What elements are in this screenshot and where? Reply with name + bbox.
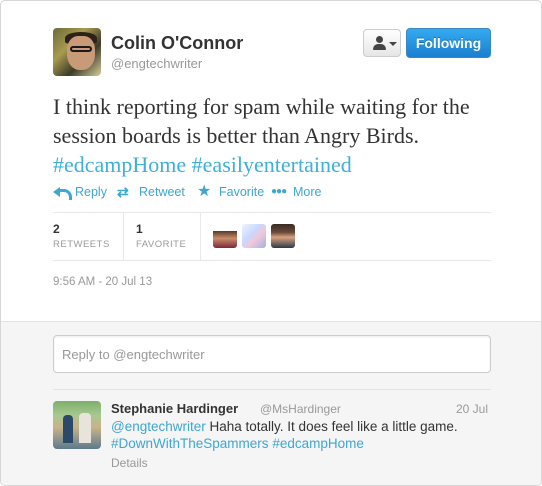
reply-icon — [53, 185, 72, 200]
reply-author-handle[interactable]: @MsHardinger — [260, 402, 341, 416]
favorite-action[interactable]: ★ Favorite — [197, 183, 265, 200]
more-action[interactable]: ●●● More — [271, 185, 321, 199]
reply-label: Reply — [75, 185, 107, 199]
divider — [53, 389, 491, 390]
favorite-label: Favorite — [219, 185, 265, 199]
author-avatar[interactable] — [53, 28, 101, 76]
divider — [53, 260, 491, 261]
hashtag-link[interactable]: #edcampHome — [53, 152, 186, 177]
stat-divider — [200, 213, 201, 260]
tweet-timestamp[interactable]: 9:56 AM - 20 Jul 13 — [53, 276, 152, 288]
reply-input[interactable]: Reply to @engtechwriter — [53, 335, 491, 373]
reply-date[interactable]: 20 Jul — [456, 402, 488, 416]
user-actions-dropdown[interactable] — [363, 29, 401, 57]
mention-link[interactable]: @engtechwriter — [111, 419, 206, 434]
reply-author-avatar[interactable] — [53, 401, 101, 449]
tweet-card: Colin O'Connor @engtechwriter Following … — [0, 0, 542, 486]
divider — [53, 212, 491, 213]
star-icon: ★ — [197, 183, 212, 200]
hashtag-link[interactable]: #DownWithTheSpammers — [111, 436, 269, 451]
person-icon — [372, 36, 386, 51]
retweeter-avatar[interactable] — [213, 224, 237, 248]
stat-divider — [123, 213, 124, 260]
retweet-icon: ⇄ — [117, 184, 129, 200]
caret-down-icon — [389, 42, 397, 46]
reply-text: @engtechwriter Haha totally. It does fee… — [111, 418, 491, 452]
more-dots-icon: ●●● — [271, 186, 287, 197]
hashtag-link[interactable]: #easilyentertained — [192, 152, 352, 177]
reply-action[interactable]: Reply — [53, 185, 107, 200]
author-handle[interactable]: @engtechwriter — [111, 56, 202, 71]
favorites-count[interactable]: 1 — [136, 222, 143, 236]
author-name[interactable]: Colin O'Connor — [111, 33, 243, 54]
retweets-label[interactable]: RETWEETS — [53, 239, 110, 250]
more-label: More — [293, 185, 322, 199]
retweeter-avatar[interactable] — [242, 224, 266, 248]
favoriter-avatar[interactable] — [271, 224, 295, 248]
favorites-label[interactable]: FAVORITE — [136, 239, 186, 250]
retweet-action[interactable]: ⇄ Retweet — [117, 185, 185, 199]
tweet-text: I think reporting for spam while waiting… — [53, 92, 513, 179]
reply-body: Haha totally. It does feel like a little… — [209, 419, 458, 434]
following-button[interactable]: Following — [406, 28, 491, 58]
retweet-label: Retweet — [139, 185, 185, 199]
hashtag-link[interactable]: #edcampHome — [272, 436, 364, 451]
reply-details-link[interactable]: Details — [111, 456, 148, 470]
tweet-body: I think reporting for spam while waiting… — [53, 94, 470, 148]
reply-author-name[interactable]: Stephanie Hardinger — [111, 401, 238, 416]
retweets-count[interactable]: 2 — [53, 222, 60, 236]
